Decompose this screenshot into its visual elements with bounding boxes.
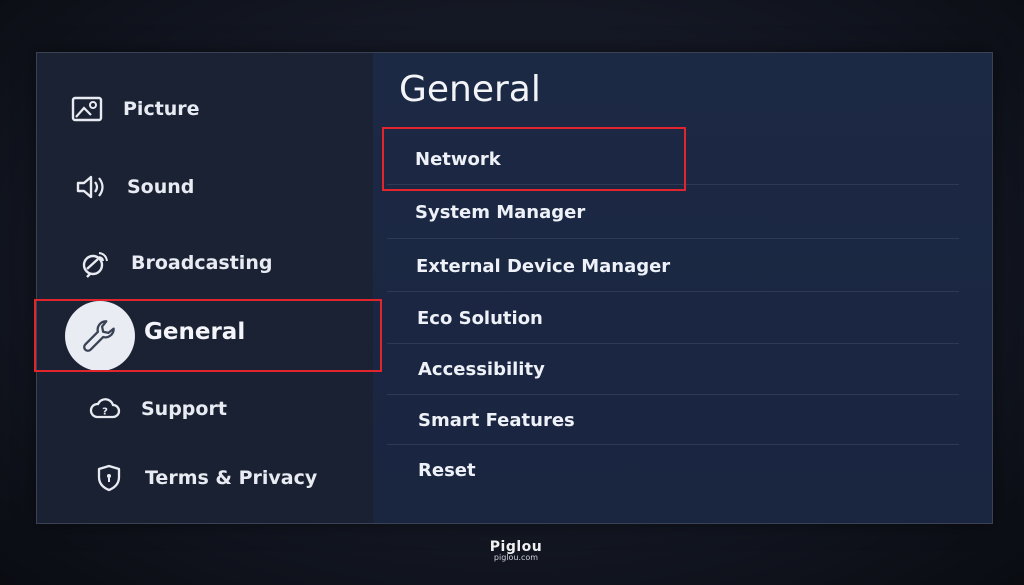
sidebar-item-label: Support [141, 398, 227, 420]
menu-item-label: External Device Manager [416, 255, 671, 277]
watermark: Piglou piglou.com [486, 539, 546, 562]
menu-item-label: Accessibility [418, 358, 545, 380]
sidebar-item-label: Picture [123, 98, 200, 120]
menu-item-smart-features[interactable]: Smart Features [418, 394, 978, 446]
sidebar-item-sound[interactable]: Sound [69, 167, 194, 207]
sidebar-item-support[interactable]: ? Support [83, 389, 227, 429]
speaker-icon [69, 167, 113, 207]
menu-item-eco-solution[interactable]: Eco Solution [417, 292, 977, 344]
sidebar-item-label: General [144, 319, 246, 345]
sidebar-item-label: Sound [127, 176, 195, 198]
shield-icon [87, 458, 131, 498]
general-content: General Network System Manager External … [373, 53, 992, 523]
menu-item-label: Eco Solution [417, 307, 543, 329]
menu-item-accessibility[interactable]: Accessibility [418, 343, 978, 395]
sidebar-item-picture[interactable]: Picture [65, 89, 200, 129]
sidebar-item-label: Terms & Privacy [145, 467, 318, 489]
page-title: General [399, 69, 541, 110]
sidebar-item-general[interactable]: General [37, 301, 381, 371]
wrench-icon [65, 301, 135, 371]
svg-text:?: ? [102, 407, 108, 418]
divider [387, 184, 959, 185]
cloud-help-icon: ? [83, 389, 127, 429]
settings-sidebar: Picture Sound Broadcasting General ? Sup… [37, 53, 377, 523]
menu-item-network[interactable]: Network [415, 133, 975, 185]
sidebar-item-terms-privacy[interactable]: Terms & Privacy [87, 458, 317, 498]
menu-item-label: Network [415, 148, 501, 170]
menu-item-external-device-manager[interactable]: External Device Manager [416, 240, 976, 292]
menu-item-label: Smart Features [418, 409, 575, 431]
watermark-site: piglou.com [493, 553, 539, 562]
satellite-icon [73, 243, 117, 283]
settings-panel: Picture Sound Broadcasting General ? Sup… [36, 52, 993, 524]
sidebar-item-label: Broadcasting [131, 252, 273, 274]
menu-item-label: System Manager [415, 201, 586, 223]
picture-icon [65, 89, 109, 129]
tv-screen: Picture Sound Broadcasting General ? Sup… [0, 0, 1024, 585]
menu-item-system-manager[interactable]: System Manager [415, 186, 975, 238]
menu-item-reset[interactable]: Reset [418, 444, 978, 496]
menu-item-label: Reset [418, 459, 476, 481]
divider [387, 238, 959, 239]
sidebar-item-broadcasting[interactable]: Broadcasting [73, 243, 272, 283]
